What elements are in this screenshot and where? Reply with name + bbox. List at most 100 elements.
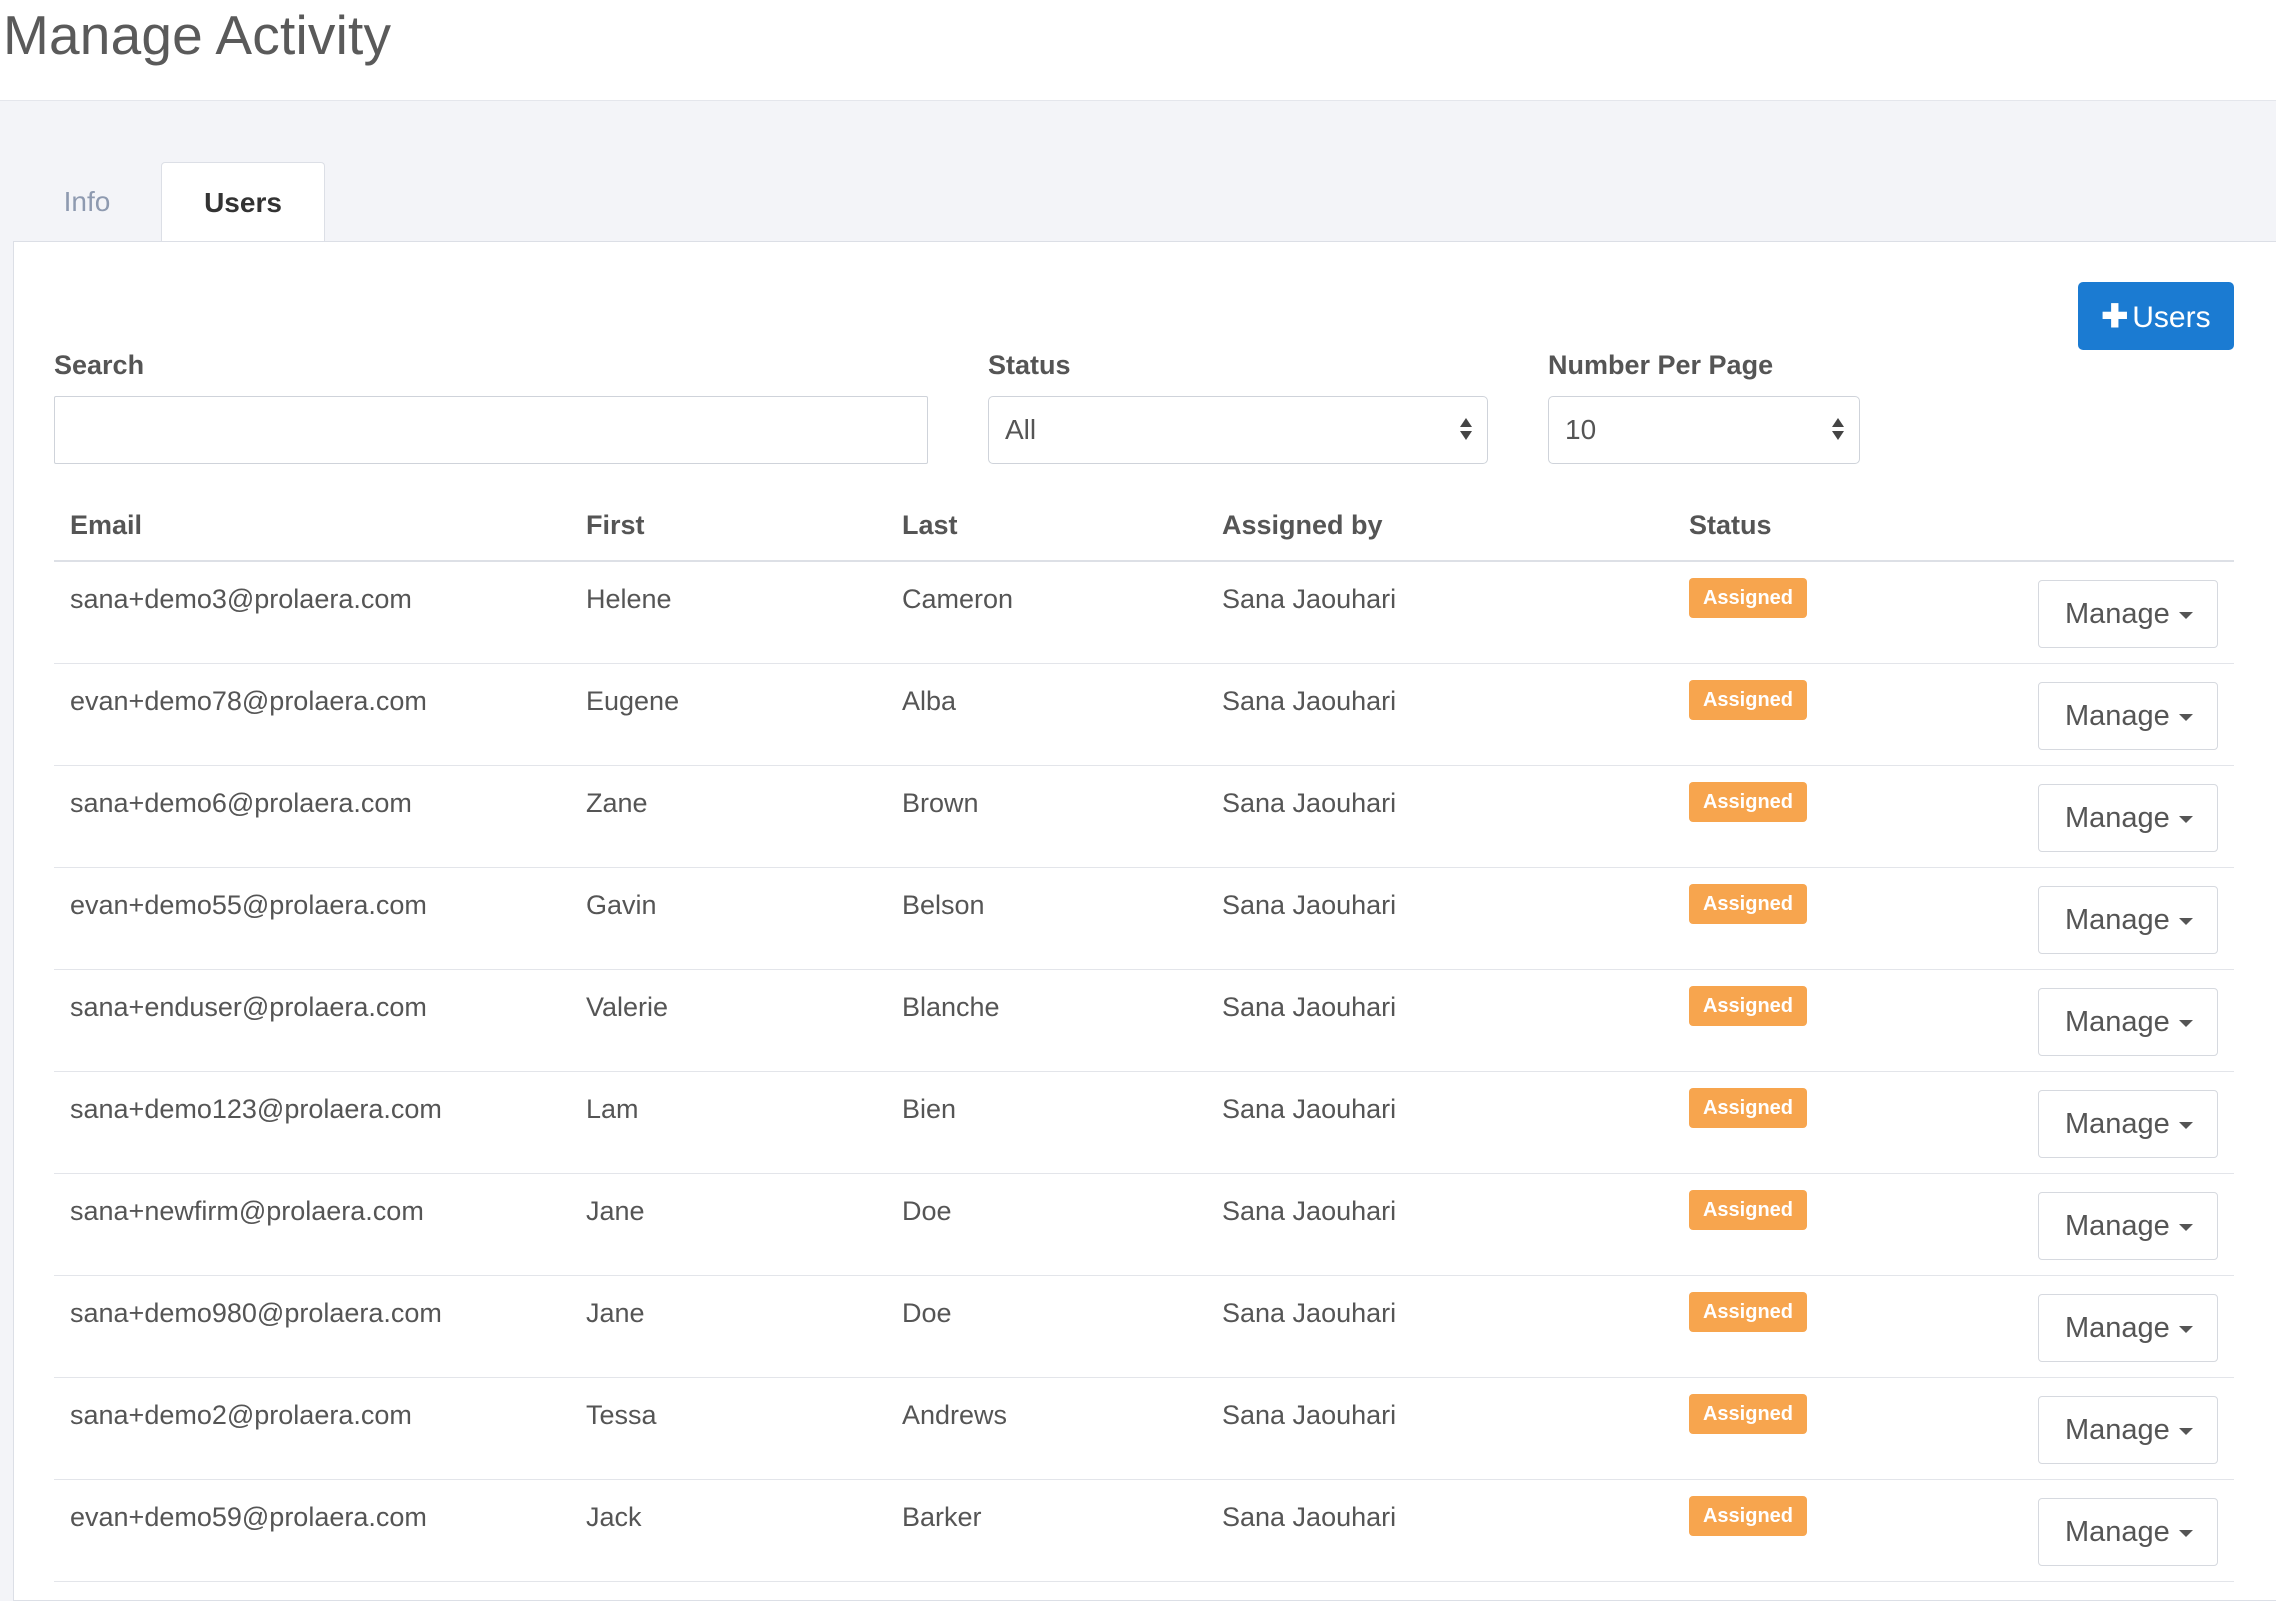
search-input[interactable] <box>54 396 928 464</box>
manage-dropdown-button[interactable]: Manage <box>2038 1192 2218 1260</box>
caret-down-icon <box>2179 1020 2193 1027</box>
last-name-cell: Brown <box>902 788 979 818</box>
manage-dropdown-button[interactable]: Manage <box>2038 1090 2218 1158</box>
per-page-label: Number Per Page <box>1548 350 1774 380</box>
status-badge: Assigned <box>1689 782 1807 822</box>
status-badge: Assigned <box>1689 1088 1807 1128</box>
manage-label: Manage <box>2065 1414 2170 1446</box>
manage-label: Manage <box>2065 1108 2170 1140</box>
assigned-by-cell: Sana Jaouhari <box>1222 1094 1397 1124</box>
manage-dropdown-button[interactable]: Manage <box>2038 682 2218 750</box>
assigned-by-cell: Sana Jaouhari <box>1222 1502 1397 1532</box>
email-cell: evan+demo55@prolaera.com <box>70 890 427 920</box>
caret-down-icon <box>2179 714 2193 721</box>
manage-dropdown-button[interactable]: Manage <box>2038 1396 2218 1464</box>
status-filter-label: Status <box>988 350 1071 380</box>
status-badge: Assigned <box>1689 884 1807 924</box>
table-row: sana+demo2@prolaera.com Tessa Andrews Sana … <box>54 1378 2234 1480</box>
first-name-cell: Valerie <box>586 992 669 1022</box>
email-cell: evan+demo59@prolaera.com <box>70 1502 427 1532</box>
assigned-by-cell: Sana Jaouhari <box>1222 584 1397 614</box>
last-name-cell: Bien <box>902 1094 957 1124</box>
last-name-cell: Alba <box>902 686 957 716</box>
manage-label: Manage <box>2065 1312 2170 1344</box>
status-badge: Assigned <box>1689 680 1807 720</box>
last-name-cell: Belson <box>902 890 985 920</box>
table-header: Email First Last Assigned by Status <box>54 500 2234 562</box>
caret-down-icon <box>2179 1224 2193 1231</box>
page-header: Manage Activity <box>0 0 2276 101</box>
search-label: Search <box>54 350 145 380</box>
email-cell: sana+demo123@prolaera.com <box>70 1094 442 1124</box>
manage-dropdown-button[interactable]: Manage <box>2038 1498 2218 1566</box>
assigned-by-cell: Sana Jaouhari <box>1222 788 1397 818</box>
first-name-cell: Zane <box>586 788 648 818</box>
manage-label: Manage <box>2065 598 2170 630</box>
table-row: sana+demo6@prolaera.com Zane Brown Sana Jao… <box>54 766 2234 868</box>
assigned-by-cell: Sana Jaouhari <box>1222 1400 1397 1430</box>
last-name-cell: Barker <box>902 1502 982 1532</box>
select-arrows-icon <box>1831 415 1845 445</box>
caret-down-icon <box>2179 1122 2193 1129</box>
last-name-cell: Blanche <box>902 992 1000 1022</box>
manage-label: Manage <box>2065 1006 2170 1038</box>
caret-down-icon <box>2179 816 2193 823</box>
status-badge: Assigned <box>1689 1394 1807 1434</box>
last-name-cell: Doe <box>902 1298 952 1328</box>
email-cell: sana+demo980@prolaera.com <box>70 1298 442 1328</box>
manage-label: Manage <box>2065 1210 2170 1242</box>
first-name-cell: Jane <box>586 1298 645 1328</box>
table-row: sana+newfirm@prolaera.com Jane Doe Sana Jao… <box>54 1174 2234 1276</box>
caret-down-icon <box>2179 1530 2193 1537</box>
column-header-email[interactable]: Email <box>70 510 142 541</box>
manage-dropdown-button[interactable]: Manage <box>2038 1294 2218 1362</box>
caret-down-icon <box>2179 918 2193 925</box>
per-page-select-value: 10 <box>1565 414 1597 445</box>
assigned-by-cell: Sana Jaouhari <box>1222 1298 1397 1328</box>
manage-label: Manage <box>2065 904 2170 936</box>
email-cell: evan+demo78@prolaera.com <box>70 686 427 716</box>
assigned-by-cell: Sana Jaouhari <box>1222 686 1397 716</box>
tab-users[interactable]: Users <box>161 162 325 243</box>
table-row: sana+demo980@prolaera.com Jane Doe Sana Jao… <box>54 1276 2234 1378</box>
page-title: Manage Activity <box>3 4 392 66</box>
users-table: Email First Last Assigned by Status sana… <box>54 500 2234 1582</box>
email-cell: sana+enduser@prolaera.com <box>70 992 427 1022</box>
add-users-label: Users <box>2132 301 2211 334</box>
per-page-select[interactable]: 10 <box>1548 396 1860 464</box>
caret-down-icon <box>2179 612 2193 619</box>
table-body: sana+demo3@prolaera.com Helene Cameron Sana… <box>54 562 2234 1582</box>
last-name-cell: Doe <box>902 1196 952 1226</box>
caret-down-icon <box>2179 1326 2193 1333</box>
table-row: sana+demo123@prolaera.com Lam Bien Sana Jao… <box>54 1072 2234 1174</box>
table-row: evan+demo78@prolaera.com Eugene Alba Sana J… <box>54 664 2234 766</box>
column-header-assigned-by[interactable]: Assigned by <box>1222 510 1383 541</box>
email-cell: sana+demo2@prolaera.com <box>70 1400 412 1430</box>
manage-dropdown-button[interactable]: Manage <box>2038 886 2218 954</box>
table-row: sana+enduser@prolaera.com Valerie Blanche S… <box>54 970 2234 1072</box>
status-badge: Assigned <box>1689 1496 1807 1536</box>
status-badge: Assigned <box>1689 1190 1807 1230</box>
column-header-first[interactable]: First <box>586 510 645 541</box>
column-header-status[interactable]: Status <box>1689 510 1772 541</box>
assigned-by-cell: Sana Jaouhari <box>1222 890 1397 920</box>
select-arrows-icon <box>1459 415 1473 445</box>
first-name-cell: Lam <box>586 1094 639 1124</box>
table-row: evan+demo59@prolaera.com Jack Barker Sana J… <box>54 1480 2234 1582</box>
email-cell: sana+demo6@prolaera.com <box>70 788 412 818</box>
manage-dropdown-button[interactable]: Manage <box>2038 580 2218 648</box>
first-name-cell: Eugene <box>586 686 680 716</box>
manage-label: Manage <box>2065 700 2170 732</box>
first-name-cell: Jack <box>586 1502 642 1532</box>
tab-info[interactable]: Info <box>13 162 161 242</box>
manage-label: Manage <box>2065 1516 2170 1548</box>
caret-down-icon <box>2179 1428 2193 1435</box>
manage-dropdown-button[interactable]: Manage <box>2038 988 2218 1056</box>
first-name-cell: Helene <box>586 584 672 614</box>
add-users-button[interactable]: ✚ Users <box>2078 282 2234 350</box>
manage-dropdown-button[interactable]: Manage <box>2038 784 2218 852</box>
status-select[interactable]: All <box>988 396 1488 464</box>
column-header-last[interactable]: Last <box>902 510 958 541</box>
last-name-cell: Andrews <box>902 1400 1008 1430</box>
first-name-cell: Tessa <box>586 1400 657 1430</box>
